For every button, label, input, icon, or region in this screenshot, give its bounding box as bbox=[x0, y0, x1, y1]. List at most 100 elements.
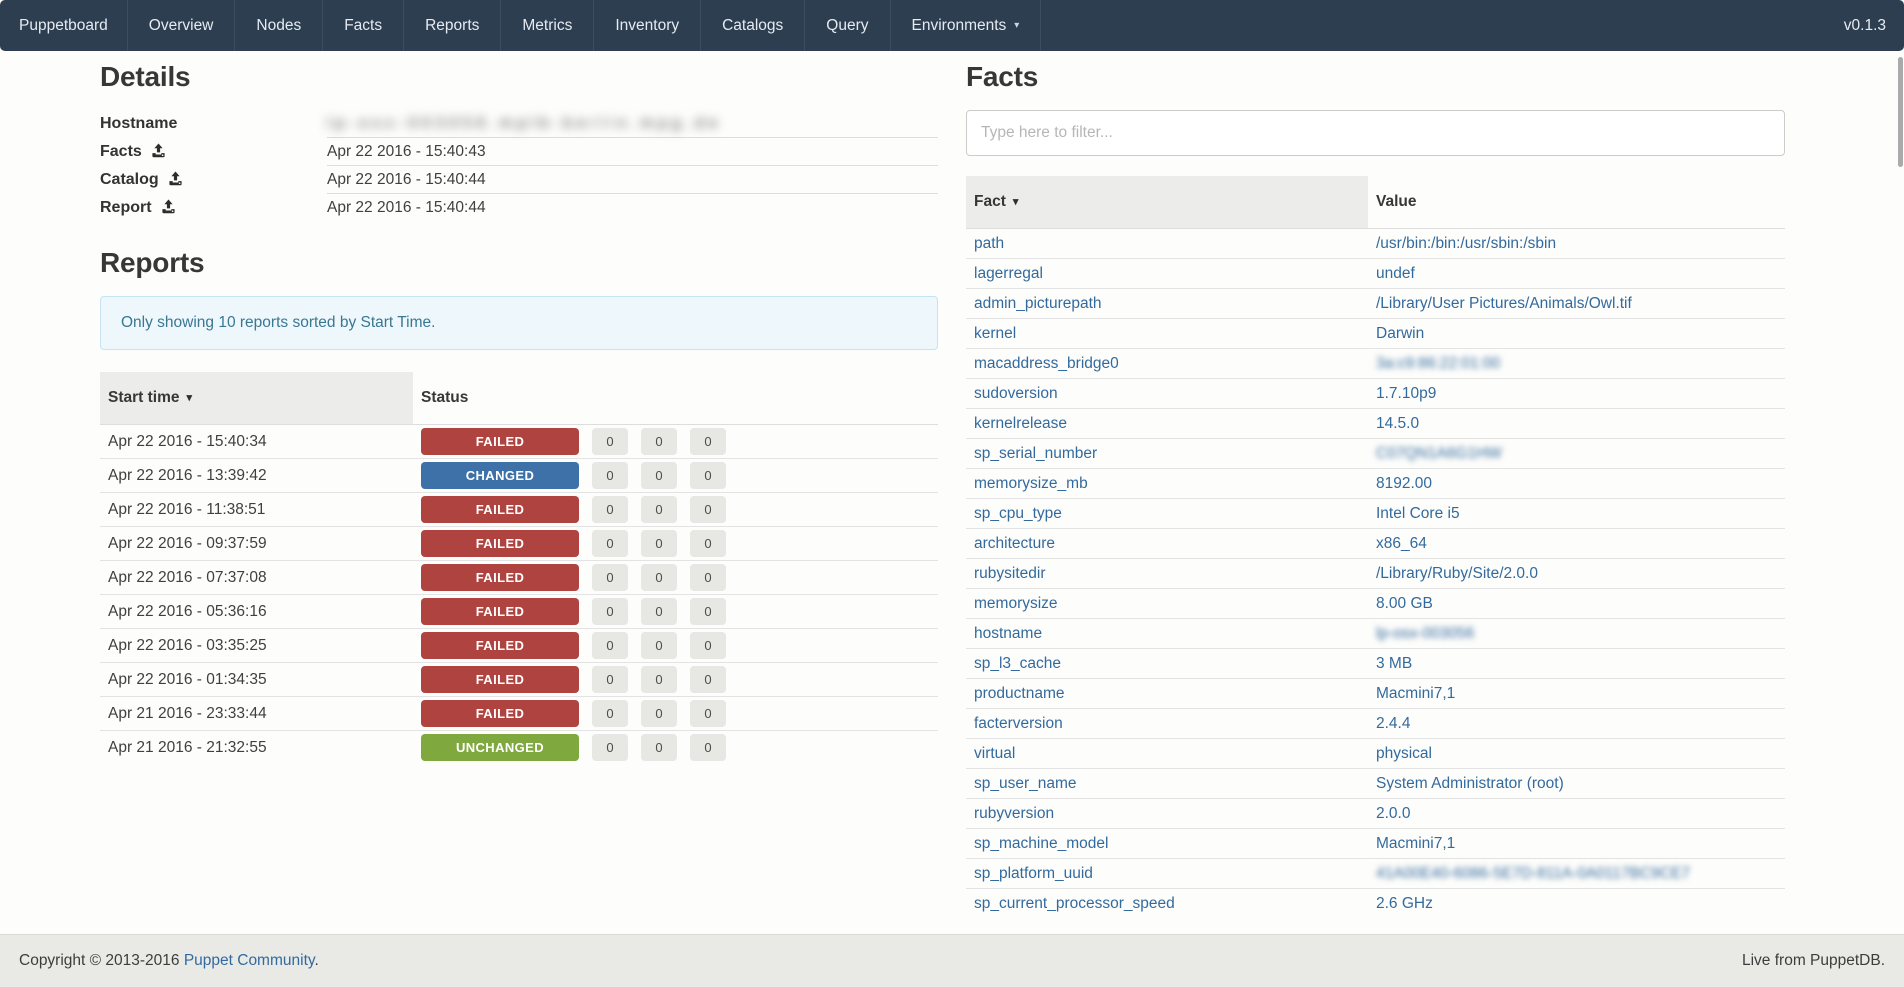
fact-name-link[interactable]: rubyversion bbox=[974, 805, 1054, 822]
fact-name-link[interactable]: macaddress_bridge0 bbox=[974, 355, 1119, 372]
fact-value-link[interactable]: undef bbox=[1376, 265, 1415, 282]
report-status-badge[interactable]: FAILED bbox=[421, 530, 579, 557]
fact-value-cell: Darwin bbox=[1368, 319, 1785, 349]
report-status-badge[interactable]: FAILED bbox=[421, 598, 579, 625]
nav-item-metrics[interactable]: Metrics bbox=[501, 0, 594, 51]
fact-value-link[interactable]: lp-osx-003056 bbox=[1376, 625, 1474, 642]
fact-value-link[interactable]: 41A00E40-6086-5E7D-811A-0A0117BC9CE7 bbox=[1376, 865, 1690, 882]
fact-name-link[interactable]: path bbox=[974, 235, 1004, 252]
fact-row: architecture x86_64 bbox=[966, 529, 1785, 559]
fact-name-link[interactable]: admin_picturepath bbox=[974, 295, 1102, 312]
report-count-badge: 0 bbox=[592, 700, 628, 727]
fact-name-link[interactable]: kernel bbox=[974, 325, 1016, 342]
fact-name-link[interactable]: sp_platform_uuid bbox=[974, 865, 1093, 882]
fact-name-link[interactable]: sp_cpu_type bbox=[974, 505, 1062, 522]
fact-value-link[interactable]: 8192.00 bbox=[1376, 475, 1432, 492]
fact-name-cell: lagerregal bbox=[966, 259, 1368, 289]
reports-column-status[interactable]: Status bbox=[413, 372, 938, 425]
fact-name-link[interactable]: kernelrelease bbox=[974, 415, 1067, 432]
fact-value-link[interactable]: 2.4.4 bbox=[1376, 715, 1410, 732]
fact-value-link[interactable]: 8.00 GB bbox=[1376, 595, 1433, 612]
fact-name-link[interactable]: sp_current_processor_speed bbox=[974, 895, 1175, 912]
fact-value-link[interactable]: physical bbox=[1376, 745, 1432, 762]
fact-value-cell: /usr/bin:/bin:/usr/sbin:/sbin bbox=[1368, 229, 1785, 259]
fact-name-link[interactable]: virtual bbox=[974, 745, 1015, 762]
report-row: Apr 22 2016 - 15:40:34FAILED000 bbox=[100, 425, 938, 459]
fact-name-cell: architecture bbox=[966, 529, 1368, 559]
fact-name-cell: virtual bbox=[966, 739, 1368, 769]
nav-item-nodes[interactable]: Nodes bbox=[235, 0, 323, 51]
details-value: Apr 22 2016 - 15:40:44 bbox=[327, 166, 938, 194]
fact-name-link[interactable]: hostname bbox=[974, 625, 1042, 642]
report-status-badge[interactable]: CHANGED bbox=[421, 462, 579, 489]
report-status-badge[interactable]: FAILED bbox=[421, 700, 579, 727]
fact-name-link[interactable]: sp_serial_number bbox=[974, 445, 1097, 462]
nav-item-reports[interactable]: Reports bbox=[404, 0, 501, 51]
fact-value-cell: 8.00 GB bbox=[1368, 589, 1785, 619]
navbar: Puppetboard OverviewNodesFactsReportsMet… bbox=[0, 0, 1904, 51]
fact-name-cell: macaddress_bridge0 bbox=[966, 349, 1368, 379]
fact-name-link[interactable]: sp_user_name bbox=[974, 775, 1077, 792]
fact-value-link[interactable]: C07QN1A6G1HW bbox=[1376, 445, 1502, 462]
fact-name-cell: sp_current_processor_speed bbox=[966, 889, 1368, 919]
fact-value-link[interactable]: 2.0.0 bbox=[1376, 805, 1410, 822]
puppet-community-link[interactable]: Puppet Community bbox=[184, 952, 315, 969]
report-status-badge[interactable]: FAILED bbox=[421, 428, 579, 455]
report-status-badge[interactable]: FAILED bbox=[421, 632, 579, 659]
fact-value-link[interactable]: Macmini7,1 bbox=[1376, 835, 1455, 852]
fact-value-link[interactable]: /Library/User Pictures/Animals/Owl.tif bbox=[1376, 295, 1632, 312]
nav-item-overview[interactable]: Overview bbox=[128, 0, 236, 51]
report-status-badge[interactable]: FAILED bbox=[421, 666, 579, 693]
nav-item-inventory[interactable]: Inventory bbox=[594, 0, 701, 51]
report-count-badge: 0 bbox=[690, 666, 726, 693]
fact-value-link[interactable]: 2.6 GHz bbox=[1376, 895, 1433, 912]
fact-name-link[interactable]: memorysize bbox=[974, 595, 1058, 612]
fact-value-cell: /Library/Ruby/Site/2.0.0 bbox=[1368, 559, 1785, 589]
report-status-badge[interactable]: FAILED bbox=[421, 564, 579, 591]
fact-name-link[interactable]: sp_l3_cache bbox=[974, 655, 1061, 672]
report-count-badge: 0 bbox=[641, 496, 677, 523]
nav-item-facts[interactable]: Facts bbox=[323, 0, 404, 51]
fact-name-link[interactable]: rubysitedir bbox=[974, 565, 1046, 582]
fact-name-link[interactable]: architecture bbox=[974, 535, 1055, 552]
navbar-brand[interactable]: Puppetboard bbox=[0, 0, 128, 51]
fact-value-link[interactable]: x86_64 bbox=[1376, 535, 1427, 552]
report-start-time: Apr 22 2016 - 15:40:34 bbox=[100, 425, 413, 459]
fact-value-link[interactable]: /Library/Ruby/Site/2.0.0 bbox=[1376, 565, 1538, 582]
fact-value-link[interactable]: /usr/bin:/bin:/usr/sbin:/sbin bbox=[1376, 235, 1556, 252]
report-start-time: Apr 22 2016 - 01:34:35 bbox=[100, 663, 413, 697]
report-count-badge: 0 bbox=[641, 462, 677, 489]
fact-name-link[interactable]: productname bbox=[974, 685, 1064, 702]
report-status-badge[interactable]: UNCHANGED bbox=[421, 734, 579, 761]
fact-value-link[interactable]: 3 MB bbox=[1376, 655, 1412, 672]
fact-name-cell: sp_serial_number bbox=[966, 439, 1368, 469]
fact-value-link[interactable]: Macmini7,1 bbox=[1376, 685, 1455, 702]
fact-name-link[interactable]: sudoversion bbox=[974, 385, 1058, 402]
reports-column-start-time[interactable]: Start time▾ bbox=[100, 372, 413, 425]
fact-value-link[interactable]: Intel Core i5 bbox=[1376, 505, 1460, 522]
nav-item-query[interactable]: Query bbox=[805, 0, 890, 51]
upload-icon[interactable] bbox=[161, 199, 176, 214]
scrollbar-thumb[interactable] bbox=[1898, 57, 1903, 167]
fact-value-link[interactable]: 3a:c9:86:22:01:00 bbox=[1376, 355, 1500, 372]
upload-icon[interactable] bbox=[151, 143, 166, 158]
fact-value-link[interactable]: Darwin bbox=[1376, 325, 1424, 342]
fact-name-link[interactable]: facterversion bbox=[974, 715, 1063, 732]
nav-item-environments[interactable]: Environments▾ bbox=[891, 0, 1042, 51]
fact-name-link[interactable]: sp_machine_model bbox=[974, 835, 1108, 852]
fact-name-cell: sudoversion bbox=[966, 379, 1368, 409]
report-status-cell: FAILED000 bbox=[413, 425, 938, 459]
fact-name-link[interactable]: memorysize_mb bbox=[974, 475, 1088, 492]
fact-value-link[interactable]: 1.7.10p9 bbox=[1376, 385, 1436, 402]
nav-item-catalogs[interactable]: Catalogs bbox=[701, 0, 805, 51]
report-count-badge: 0 bbox=[592, 666, 628, 693]
report-count-badge: 0 bbox=[641, 666, 677, 693]
fact-value-link[interactable]: System Administrator (root) bbox=[1376, 775, 1564, 792]
facts-column-fact[interactable]: Fact▾ bbox=[966, 176, 1368, 229]
fact-value-link[interactable]: 14.5.0 bbox=[1376, 415, 1419, 432]
facts-filter-input[interactable] bbox=[966, 110, 1785, 156]
upload-icon[interactable] bbox=[168, 171, 183, 186]
facts-column-value[interactable]: Value bbox=[1368, 176, 1785, 229]
fact-name-link[interactable]: lagerregal bbox=[974, 265, 1043, 282]
report-status-badge[interactable]: FAILED bbox=[421, 496, 579, 523]
